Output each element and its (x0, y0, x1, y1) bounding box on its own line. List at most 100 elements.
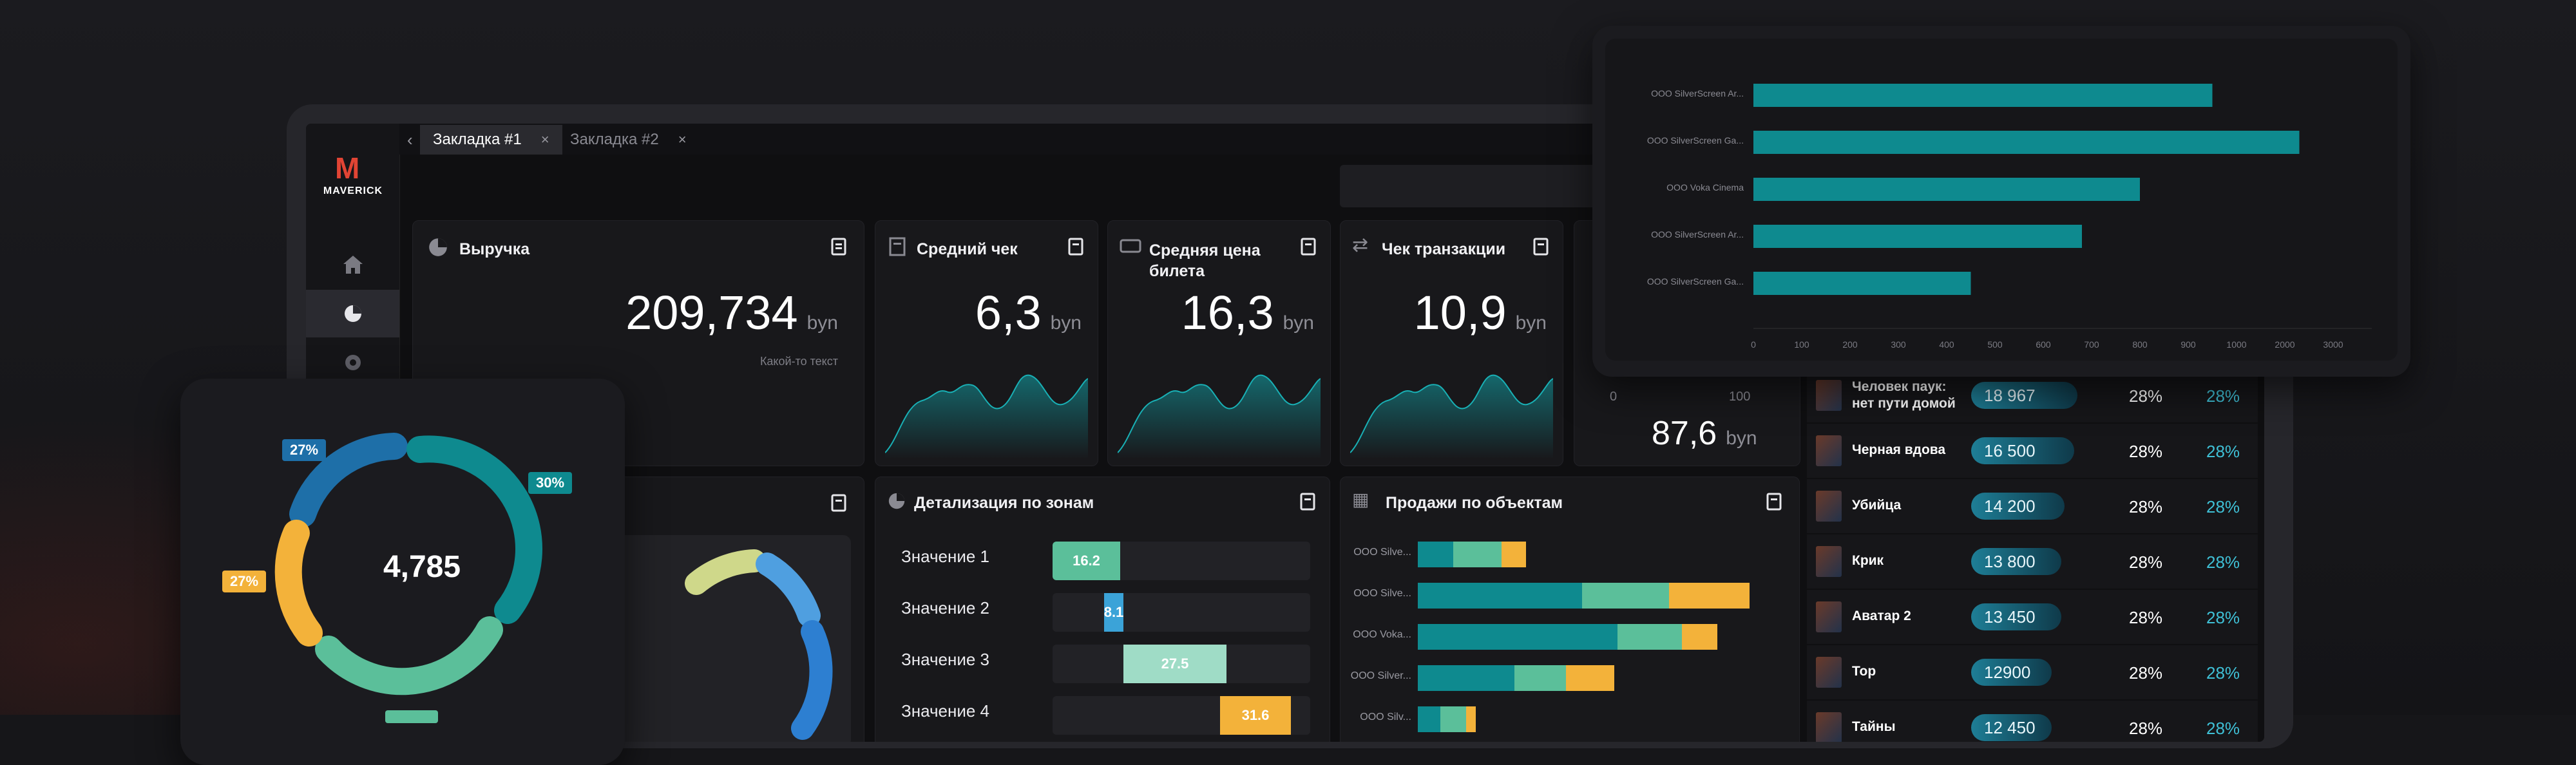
nav-home[interactable] (306, 241, 399, 288)
bar[interactable] (1753, 225, 2082, 248)
x-tick-label: 3000 (2323, 339, 2343, 350)
kpi-value: 10,9 byn (1413, 286, 1547, 339)
sales-segment[interactable] (1514, 665, 1566, 691)
zone-bar[interactable]: 8.1 (1104, 593, 1123, 632)
overlay-donut-card: 4,785 27% 30% 27% (180, 379, 625, 765)
bar[interactable] (1753, 131, 2300, 154)
x-tick-label: 400 (1939, 339, 1954, 350)
sales-segment[interactable] (1466, 706, 1476, 732)
sales-segment[interactable] (1682, 624, 1717, 650)
sales-segment[interactable] (1418, 624, 1617, 650)
movie-percent-change: 28% (2206, 386, 2240, 406)
movie-value-pill: 13 450 (1971, 603, 2061, 630)
logo-mark: M (335, 151, 359, 185)
x-tick-label: 500 (1987, 339, 2003, 350)
x-tick-label: 2000 (2275, 339, 2295, 350)
report-icon[interactable] (1532, 236, 1549, 256)
x-tick-label: 700 (2084, 339, 2099, 350)
gauge-max: 100 (1729, 390, 1751, 404)
movie-percent-change: 28% (2206, 663, 2240, 683)
sales-segment[interactable] (1502, 542, 1526, 567)
table-row[interactable]: Крик 13 800 28% 28% (1807, 534, 2258, 590)
zone-bar[interactable]: 31.6 (1220, 696, 1291, 735)
horizontal-bar-chart: 0 100 200 300 400 500 600 700 800 900 1000 2000 3000… (1647, 84, 2372, 350)
nav-analytics[interactable] (306, 290, 399, 337)
sales-segment[interactable] (1418, 542, 1453, 567)
donut-badge: 27% (282, 439, 327, 461)
back-chevron-icon[interactable]: ‹ (407, 130, 413, 150)
zone-bar[interactable]: 16.2 (1053, 542, 1120, 580)
movie-title: Тор (1852, 664, 1876, 679)
report-icon[interactable] (1766, 491, 1782, 511)
x-tick-label: 300 (1891, 339, 1906, 350)
logo-text: MAVERICK (323, 185, 383, 196)
close-icon[interactable]: × (678, 131, 687, 148)
movie-value-pill: 18 967 (1971, 382, 2077, 409)
movie-percent: 28% (2129, 663, 2163, 683)
movie-percent-change: 28% (2206, 552, 2240, 572)
zone-bar-track: 16.2 (1053, 542, 1310, 580)
table-row[interactable]: Черная вдова 16 500 28% 28% (1807, 424, 2258, 479)
kpi-value: 209,734 byn (625, 286, 838, 339)
movie-value-pill: 14 200 (1971, 493, 2065, 520)
bar[interactable] (1753, 178, 2140, 201)
zone-bar[interactable]: 27.5 (1123, 645, 1226, 683)
x-tick-label: 100 (1794, 339, 1809, 350)
tab-2[interactable]: Закладка #2 × (557, 125, 700, 155)
movie-poster (1816, 435, 1842, 466)
pie-chart-icon (344, 305, 361, 322)
sales-segment[interactable] (1582, 583, 1669, 609)
table-row[interactable]: Тайны 12 450 28% 28% (1807, 701, 2258, 742)
sales-segment[interactable] (1669, 583, 1750, 609)
sales-label: OOO Silve... (1353, 547, 1411, 558)
kpi-value: 16,3 byn (1181, 286, 1314, 339)
report-icon[interactable] (1067, 236, 1084, 256)
donut-badge (385, 710, 438, 723)
x-tick-label: 200 (1842, 339, 1858, 350)
sales-label: OOO Silv... (1360, 712, 1411, 722)
sales-label: OOO Silver... (1350, 670, 1411, 681)
movie-percent: 28% (2129, 442, 2163, 461)
close-icon[interactable]: × (541, 131, 549, 148)
kpi-card-avg-ticket: Средняя цена билета 16,3 byn (1107, 220, 1331, 466)
kpi-card-avg-check: Средний чек 6,3 byn (875, 220, 1098, 466)
x-tick-label: 0 (1751, 339, 1756, 350)
table-row[interactable]: Убийца 14 200 28% 28% (1807, 479, 2258, 534)
movie-percent: 28% (2129, 719, 2163, 738)
movie-percent: 28% (2129, 497, 2163, 516)
movie-title: Убийца (1852, 498, 1902, 513)
table-row[interactable]: Тор 12900 28% 28% (1807, 645, 2258, 701)
tab-label: Закладка #1 (433, 131, 522, 148)
report-icon[interactable] (830, 493, 847, 512)
bar[interactable] (1753, 84, 2213, 107)
sales-segment[interactable] (1566, 665, 1614, 691)
sales-segment[interactable] (1418, 706, 1440, 732)
report-icon[interactable] (1299, 491, 1316, 511)
donut-chart (685, 549, 833, 740)
movie-percent-change: 28% (2206, 442, 2240, 461)
gauge-value: 87,6 byn (1652, 415, 1757, 452)
tab-1[interactable]: Закладка #1 × (420, 125, 562, 155)
report-icon[interactable] (830, 236, 847, 256)
sales-segment[interactable] (1617, 624, 1682, 650)
movie-percent: 28% (2129, 608, 2163, 627)
sales-segment[interactable] (1453, 542, 1502, 567)
sales-segment[interactable] (1418, 665, 1514, 691)
kpi-card-transaction: ⇄ Чек транзакции 10,9 byn (1340, 220, 1563, 466)
table-row[interactable]: Аватар 2 13 450 28% 28% (1807, 590, 2258, 645)
donut-center-value: 4,785 (383, 550, 461, 584)
card-title: Детализация по зонам (914, 494, 1094, 512)
sparkline (1118, 374, 1321, 459)
sales-segment[interactable] (1440, 706, 1466, 732)
sales-label: OOO Silve... (1353, 588, 1411, 599)
report-icon[interactable] (1300, 236, 1317, 256)
movie-percent-change: 28% (2206, 497, 2240, 516)
movie-poster (1816, 546, 1842, 577)
movie-percent: 28% (2129, 552, 2163, 572)
card-title: Средний чек (917, 240, 1018, 258)
bar[interactable] (1753, 272, 1971, 295)
zone-label: Значение 1 (901, 547, 989, 566)
category-label: OOO SilverScreen Ga... (1647, 276, 1744, 287)
sales-segment[interactable] (1418, 583, 1582, 609)
kpi-caption: Какой-то текст (759, 355, 838, 368)
